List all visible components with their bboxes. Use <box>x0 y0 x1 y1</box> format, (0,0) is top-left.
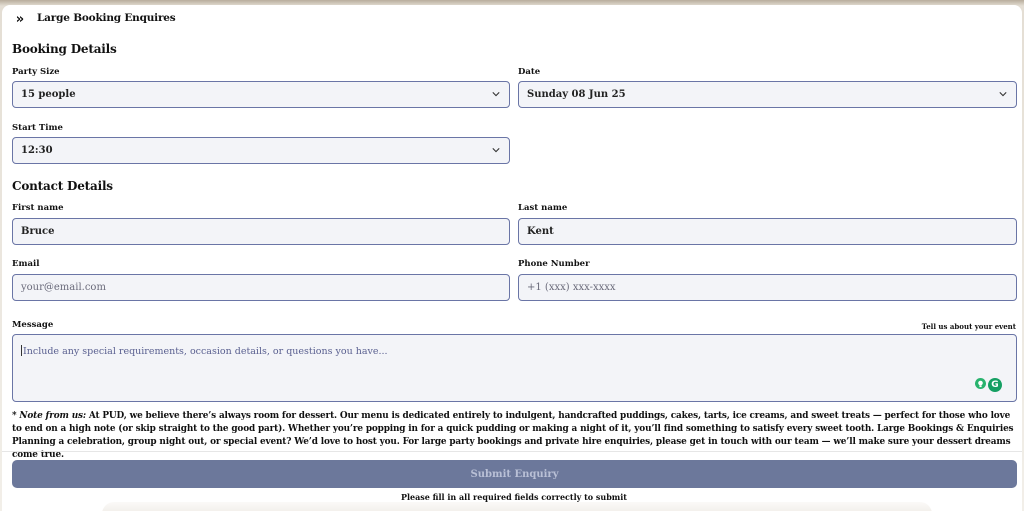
panel-header: » Large Booking Enquires <box>2 5 1022 33</box>
double-chevron-right-icon[interactable]: » <box>13 12 27 27</box>
email-field[interactable]: your@email.com <box>12 274 510 301</box>
start-time-label: Start Time <box>12 123 63 133</box>
page-title: Large Booking Enquires <box>37 12 176 24</box>
submit-button[interactable]: Submit Enquiry <box>12 460 1017 488</box>
party-size-select[interactable]: 15 people <box>12 81 510 108</box>
start-time-value: 12:30 <box>21 145 53 156</box>
party-size-label: Party Size <box>12 67 60 77</box>
divider <box>2 451 1022 452</box>
chevron-down-icon <box>492 92 500 97</box>
message-textarea[interactable]: Include any special requirements, occasi… <box>12 334 1017 402</box>
phone-field[interactable]: +1 (xxx) xxx-xxxx <box>518 274 1017 301</box>
last-name-label: Last name <box>518 203 568 213</box>
chevron-down-icon <box>492 148 500 153</box>
note-text: At PUD, we believe there’s always room f… <box>12 411 1014 460</box>
phone-placeholder: +1 (xxx) xxx-xxxx <box>527 282 616 293</box>
date-value: Sunday 08 Jun 25 <box>527 89 626 100</box>
text-caret <box>21 345 22 356</box>
note-paragraph: * Note from us: At PUD, we believe there… <box>12 410 1015 462</box>
email-placeholder: your@email.com <box>21 282 106 293</box>
last-name-field[interactable]: Kent <box>518 218 1017 245</box>
contact-details-heading: Contact Details <box>12 179 113 193</box>
booking-panel: » Large Booking Enquires Booking Details… <box>2 5 1022 511</box>
lightbulb-icon[interactable] <box>975 378 986 389</box>
date-select[interactable]: Sunday 08 Jun 25 <box>518 81 1017 108</box>
submit-button-label: Submit Enquiry <box>470 468 559 480</box>
message-label: Message <box>12 320 54 330</box>
first-name-value: Bruce <box>21 226 55 237</box>
chevron-down-icon <box>999 92 1007 97</box>
first-name-field[interactable]: Bruce <box>12 218 510 245</box>
booking-details-heading: Booking Details <box>12 42 117 56</box>
grammarly-icon[interactable]: G <box>988 378 1002 392</box>
party-size-value: 15 people <box>21 89 76 100</box>
message-helper-text: Tell us about your event <box>921 322 1016 331</box>
start-time-select[interactable]: 12:30 <box>12 137 510 164</box>
submit-hint: Please fill in all required fields corre… <box>400 492 628 502</box>
phone-label: Phone Number <box>518 259 590 269</box>
bottom-decoration <box>102 502 932 511</box>
first-name-label: First name <box>12 203 64 213</box>
email-label: Email <box>12 259 40 269</box>
last-name-value: Kent <box>527 226 554 237</box>
message-placeholder: Include any special requirements, occasi… <box>23 346 388 357</box>
note-prefix: * Note from us: <box>12 411 86 421</box>
date-label: Date <box>518 67 541 77</box>
grammar-tools: G <box>975 378 1002 392</box>
